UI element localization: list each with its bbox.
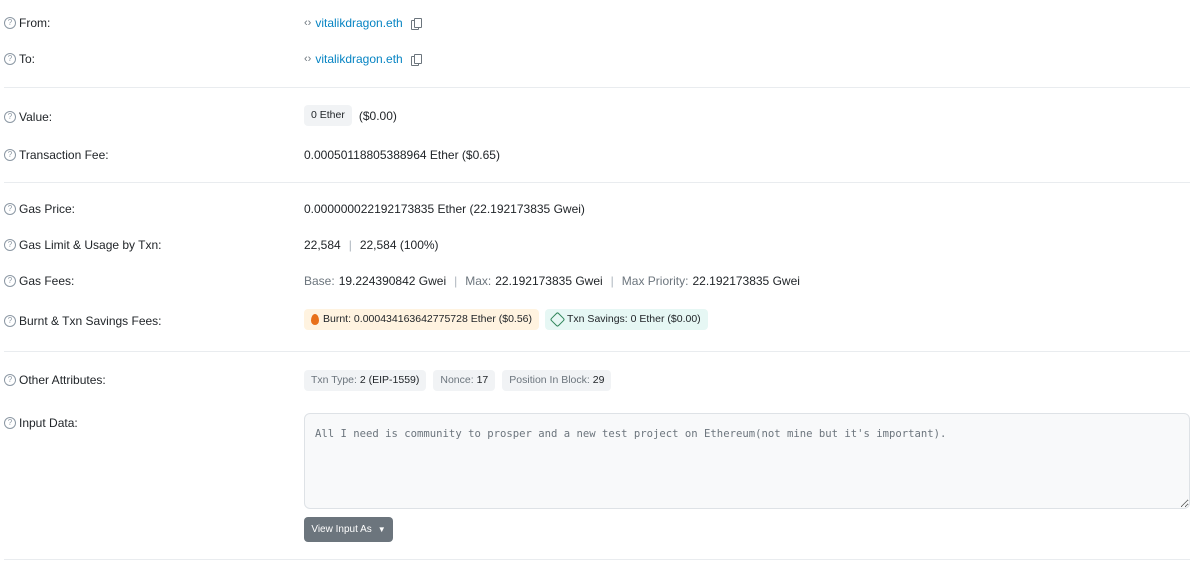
value-label: Value: (19, 110, 53, 124)
gas-limit-label: Gas Limit & Usage by Txn: (19, 238, 162, 252)
gas-price-row: ? Gas Price: 0.000000022192173835 Ether … (0, 197, 1200, 221)
gas-usage-value: 22,584 (100%) (359, 238, 439, 252)
gas-fees-row: ? Gas Fees: Base: 19.224390842 Gwei | Ma… (0, 269, 1200, 293)
input-data-textarea[interactable]: All I need is community to prosper and a… (304, 413, 1190, 509)
code-icon: ‹› (304, 53, 312, 65)
gas-price-value: 0.000000022192173835 Ether (22.192173835… (304, 202, 585, 216)
txn-type-chip: Txn Type: 2 (EIP-1559) (304, 370, 427, 391)
divider (4, 182, 1190, 183)
gas-fees-value-group: Base: 19.224390842 Gwei | Max: 22.192173… (304, 274, 800, 288)
fee-label-group: ? Transaction Fee: (4, 148, 109, 162)
question-circle-icon[interactable]: ? (4, 17, 16, 29)
savings-chip: Txn Savings: 0 Ether ($0.00) (545, 309, 708, 330)
value-value-group: 0 Ether ($0.00) (304, 105, 397, 126)
flame-icon (311, 314, 319, 325)
divider (4, 87, 1190, 88)
question-circle-icon[interactable]: ? (4, 315, 16, 327)
value-usd: ($0.00) (358, 108, 397, 123)
txn-type-value: 2 (EIP-1559) (359, 374, 420, 386)
burnt-label: Burnt & Txn Savings Fees: (19, 314, 162, 328)
separator: | (610, 274, 614, 288)
to-address-link[interactable]: vitalikdragon.eth (315, 52, 402, 66)
copy-icon[interactable] (410, 17, 422, 30)
savings-text: Txn Savings: 0 Ether ($0.00) (567, 313, 701, 325)
position-label: Position In Block: (509, 374, 590, 386)
divider (4, 559, 1190, 560)
from-label-group: ? From: (4, 16, 50, 30)
question-circle-icon[interactable]: ? (4, 374, 16, 386)
burnt-chip: Burnt: 0.000434163642775728 Ether ($0.56… (304, 309, 540, 330)
other-attributes-label: Other Attributes: (19, 373, 106, 387)
question-circle-icon[interactable]: ? (4, 111, 16, 123)
gas-fees-label: Gas Fees: (19, 274, 75, 288)
gas-fees-label-group: ? Gas Fees: (4, 274, 74, 288)
other-label-group: ? Other Attributes: (4, 373, 106, 387)
question-circle-icon[interactable]: ? (4, 149, 16, 161)
input-label-group: ? Input Data: (4, 416, 78, 430)
copy-icon[interactable] (410, 53, 422, 66)
base-fee-value: 19.224390842 Gwei (338, 274, 447, 288)
burnt-row: ? Burnt & Txn Savings Fees: Burnt: 0.000… (0, 309, 1200, 333)
question-circle-icon[interactable]: ? (4, 417, 16, 429)
base-fee-label: Base: (304, 274, 335, 288)
from-address-link[interactable]: vitalikdragon.eth (315, 16, 402, 30)
fee-value-text: 0.00050118805388964 Ether ($0.65) (304, 148, 500, 162)
question-circle-icon[interactable]: ? (4, 239, 16, 251)
question-circle-icon[interactable]: ? (4, 203, 16, 215)
separator: | (348, 238, 352, 252)
to-row: ? To: ‹› vitalikdragon.eth (0, 48, 1200, 72)
to-value-group: ‹› vitalikdragon.eth (304, 52, 422, 66)
burnt-value-group: Burnt: 0.000434163642775728 Ether ($0.56… (304, 309, 708, 330)
nonce-value: 17 (476, 374, 489, 386)
fee-label: Transaction Fee: (19, 148, 109, 162)
view-input-as-label: View Input As (311, 524, 372, 535)
gas-limit-row: ? Gas Limit & Usage by Txn: 22,584 | 22,… (0, 233, 1200, 257)
code-icon: ‹› (304, 17, 312, 29)
chevron-down-icon: ▼ (377, 525, 386, 534)
max-fee-label: Max: (465, 274, 492, 288)
nonce-chip: Nonce: 17 (433, 370, 496, 391)
question-circle-icon[interactable]: ? (4, 275, 16, 287)
gas-limit-value-group: 22,584 | 22,584 (100%) (304, 238, 439, 252)
fee-row: ? Transaction Fee: 0.00050118805388964 E… (0, 143, 1200, 167)
question-circle-icon[interactable]: ? (4, 53, 16, 65)
value-row: ? Value: 0 Ether ($0.00) (0, 105, 1200, 129)
value-label-group: ? Value: (4, 110, 52, 124)
view-input-as-button[interactable]: View Input As ▼ (304, 517, 393, 542)
burnt-label-group: ? Burnt & Txn Savings Fees: (4, 314, 162, 328)
burnt-text: Burnt: 0.000434163642775728 Ether ($0.56… (323, 313, 533, 325)
from-value-group: ‹› vitalikdragon.eth (304, 16, 422, 30)
fee-value: 0.00050118805388964 Ether ($0.65) (304, 148, 500, 162)
gas-limit-value: 22,584 (304, 238, 341, 252)
from-row: ? From: ‹› vitalikdragon.eth (0, 11, 1200, 35)
gas-price-value-text: 0.000000022192173835 Ether (22.192173835… (304, 202, 585, 216)
value-chip: 0 Ether (304, 105, 352, 126)
to-label-group: ? To: (4, 52, 35, 66)
from-label: From: (19, 16, 51, 30)
max-priority-label: Max Priority: (621, 274, 689, 288)
gas-price-label-group: ? Gas Price: (4, 202, 75, 216)
input-data-label: Input Data: (19, 416, 78, 430)
gas-limit-label-group: ? Gas Limit & Usage by Txn: (4, 238, 162, 252)
max-priority-value: 22.192173835 Gwei (692, 274, 800, 288)
nonce-label: Nonce: (440, 374, 474, 386)
gas-price-label: Gas Price: (19, 202, 76, 216)
txn-type-label: Txn Type: (311, 374, 357, 386)
savings-icon (549, 311, 566, 328)
divider (4, 351, 1190, 352)
to-label: To: (19, 52, 36, 66)
position-value: 29 (592, 374, 605, 386)
other-attributes-group: Txn Type: 2 (EIP-1559) Nonce: 17 Positio… (304, 370, 612, 391)
position-chip: Position In Block: 29 (502, 370, 612, 391)
other-attributes-row: ? Other Attributes: Txn Type: 2 (EIP-155… (0, 369, 1200, 393)
max-fee-value: 22.192173835 Gwei (495, 274, 603, 288)
separator: | (454, 274, 458, 288)
